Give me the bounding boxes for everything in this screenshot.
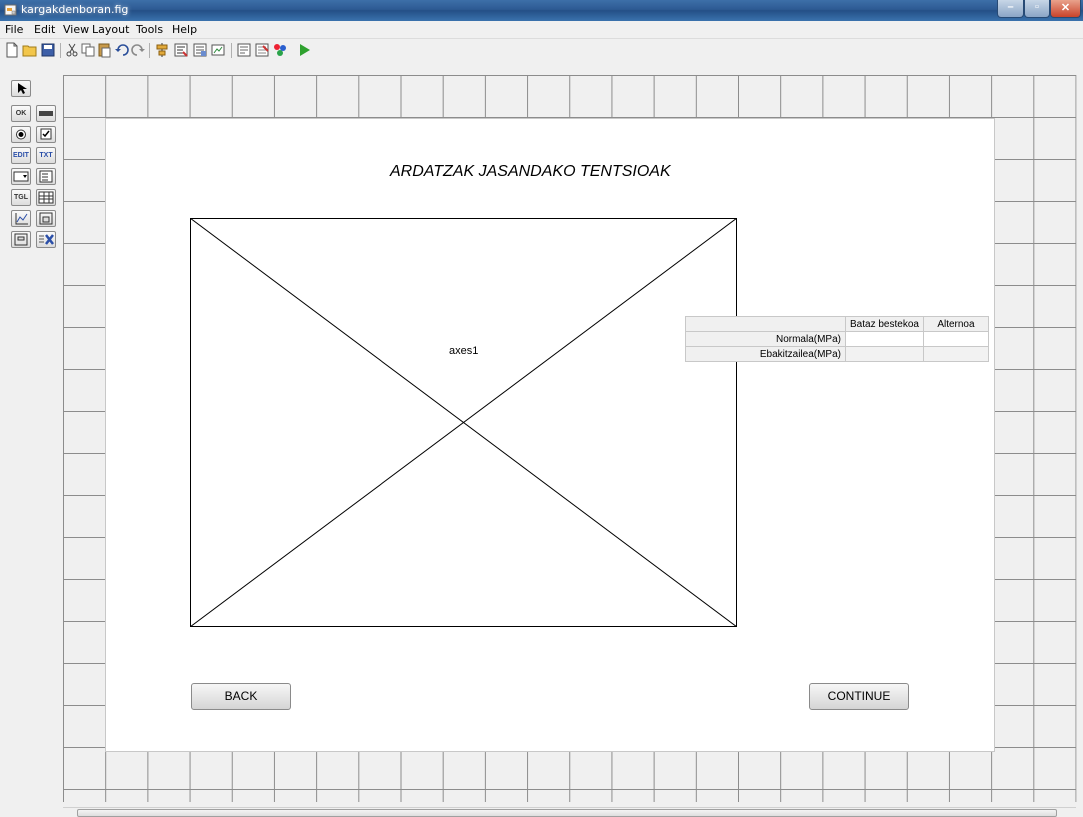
undo-icon[interactable]: [114, 42, 130, 58]
toolbar-editor-icon[interactable]: [210, 42, 226, 58]
continue-button[interactable]: CONTINUE: [809, 683, 909, 710]
menu-view[interactable]: View: [63, 23, 89, 36]
toggle-button-tool-icon[interactable]: TGL: [11, 189, 31, 206]
horizontal-scroll-thumb[interactable]: [77, 809, 1057, 817]
table-header-row: Bataz bestekoa Alternoa: [685, 316, 989, 332]
axes-label: axes1: [449, 345, 479, 357]
table-cell[interactable]: [922, 346, 989, 362]
close-icon: ✕: [1060, 2, 1071, 14]
redo-icon[interactable]: [130, 42, 146, 58]
menu-help[interactable]: Help: [172, 23, 197, 36]
table-tool-icon[interactable]: [36, 189, 56, 206]
maximize-button[interactable]: ▫: [1024, 0, 1050, 18]
table-cell[interactable]: [922, 331, 989, 347]
panel-tool-icon[interactable]: [36, 210, 56, 227]
cut-icon[interactable]: [64, 42, 80, 58]
vertical-scrollbar[interactable]: [1076, 75, 1083, 802]
minimize-icon: –: [1007, 1, 1014, 13]
object-browser-icon[interactable]: [272, 42, 288, 58]
axes-placeholder[interactable]: [190, 218, 737, 627]
menu-tools[interactable]: Tools: [136, 23, 163, 36]
edit-text-tool-icon[interactable]: EDIT: [11, 147, 31, 164]
table-row-header[interactable]: Normala(MPa): [685, 331, 846, 347]
axes-tool-icon[interactable]: [11, 210, 31, 227]
table-cell[interactable]: [845, 346, 924, 362]
mfile-editor-icon[interactable]: [236, 42, 252, 58]
menu-file[interactable]: File: [5, 23, 23, 36]
property-inspector-icon[interactable]: [254, 42, 270, 58]
table-column-header[interactable]: Bataz bestekoa: [845, 316, 924, 332]
minimize-button[interactable]: –: [997, 0, 1024, 18]
run-icon[interactable]: [296, 42, 312, 58]
slider-tool-icon[interactable]: [36, 105, 56, 122]
listbox-tool-icon[interactable]: [36, 168, 56, 185]
static-text-tool-icon[interactable]: TXT: [36, 147, 56, 164]
maximize-icon: ▫: [1035, 1, 1039, 13]
figure-title[interactable]: ARDATZAK JASANDAKO TENTSIOAK: [390, 163, 671, 181]
activex-tool-icon[interactable]: [36, 231, 56, 248]
tab-order-icon[interactable]: [192, 42, 208, 58]
toolbar-separator: [149, 43, 150, 58]
radio-button-tool-icon[interactable]: [11, 126, 31, 143]
toolbar: [0, 39, 1083, 75]
menu-bar: File Edit View Layout Tools Help: [0, 21, 1083, 39]
popup-menu-tool-icon[interactable]: [11, 168, 31, 185]
uitable[interactable]: Bataz bestekoa Alternoa Normala(MPa) Eba…: [685, 316, 989, 362]
new-icon[interactable]: [4, 42, 20, 58]
toolbar-separator: [60, 43, 61, 58]
checkbox-tool-icon[interactable]: [36, 126, 56, 143]
horizontal-scrollbar[interactable]: [63, 807, 1076, 817]
table-row: Normala(MPa): [685, 331, 989, 347]
table-cell[interactable]: [845, 331, 924, 347]
copy-icon[interactable]: [80, 42, 96, 58]
paste-icon[interactable]: [96, 42, 112, 58]
align-icon[interactable]: [154, 42, 170, 58]
table-corner: [685, 316, 846, 332]
window-title: kargakdenboran.fig: [21, 3, 129, 16]
toolbar-separator: [231, 43, 232, 58]
menu-editor-icon[interactable]: [173, 42, 189, 58]
select-tool-icon[interactable]: [11, 80, 31, 97]
title-bar: kargakdenboran.fig – ▫ ✕: [0, 0, 1083, 21]
menu-edit[interactable]: Edit: [34, 23, 55, 36]
guide-app-icon: [4, 4, 17, 16]
menu-layout[interactable]: Layout: [92, 23, 129, 36]
table-column-header[interactable]: Alternoa: [922, 316, 989, 332]
close-button[interactable]: ✕: [1050, 0, 1081, 18]
button-group-tool-icon[interactable]: [11, 231, 31, 248]
back-button[interactable]: BACK: [191, 683, 291, 710]
table-row-header[interactable]: Ebakitzailea(MPa): [685, 346, 846, 362]
open-icon[interactable]: [22, 42, 38, 58]
table-row: Ebakitzailea(MPa): [685, 346, 989, 362]
save-icon[interactable]: [40, 42, 56, 58]
push-button-tool-icon[interactable]: OK: [11, 105, 31, 122]
